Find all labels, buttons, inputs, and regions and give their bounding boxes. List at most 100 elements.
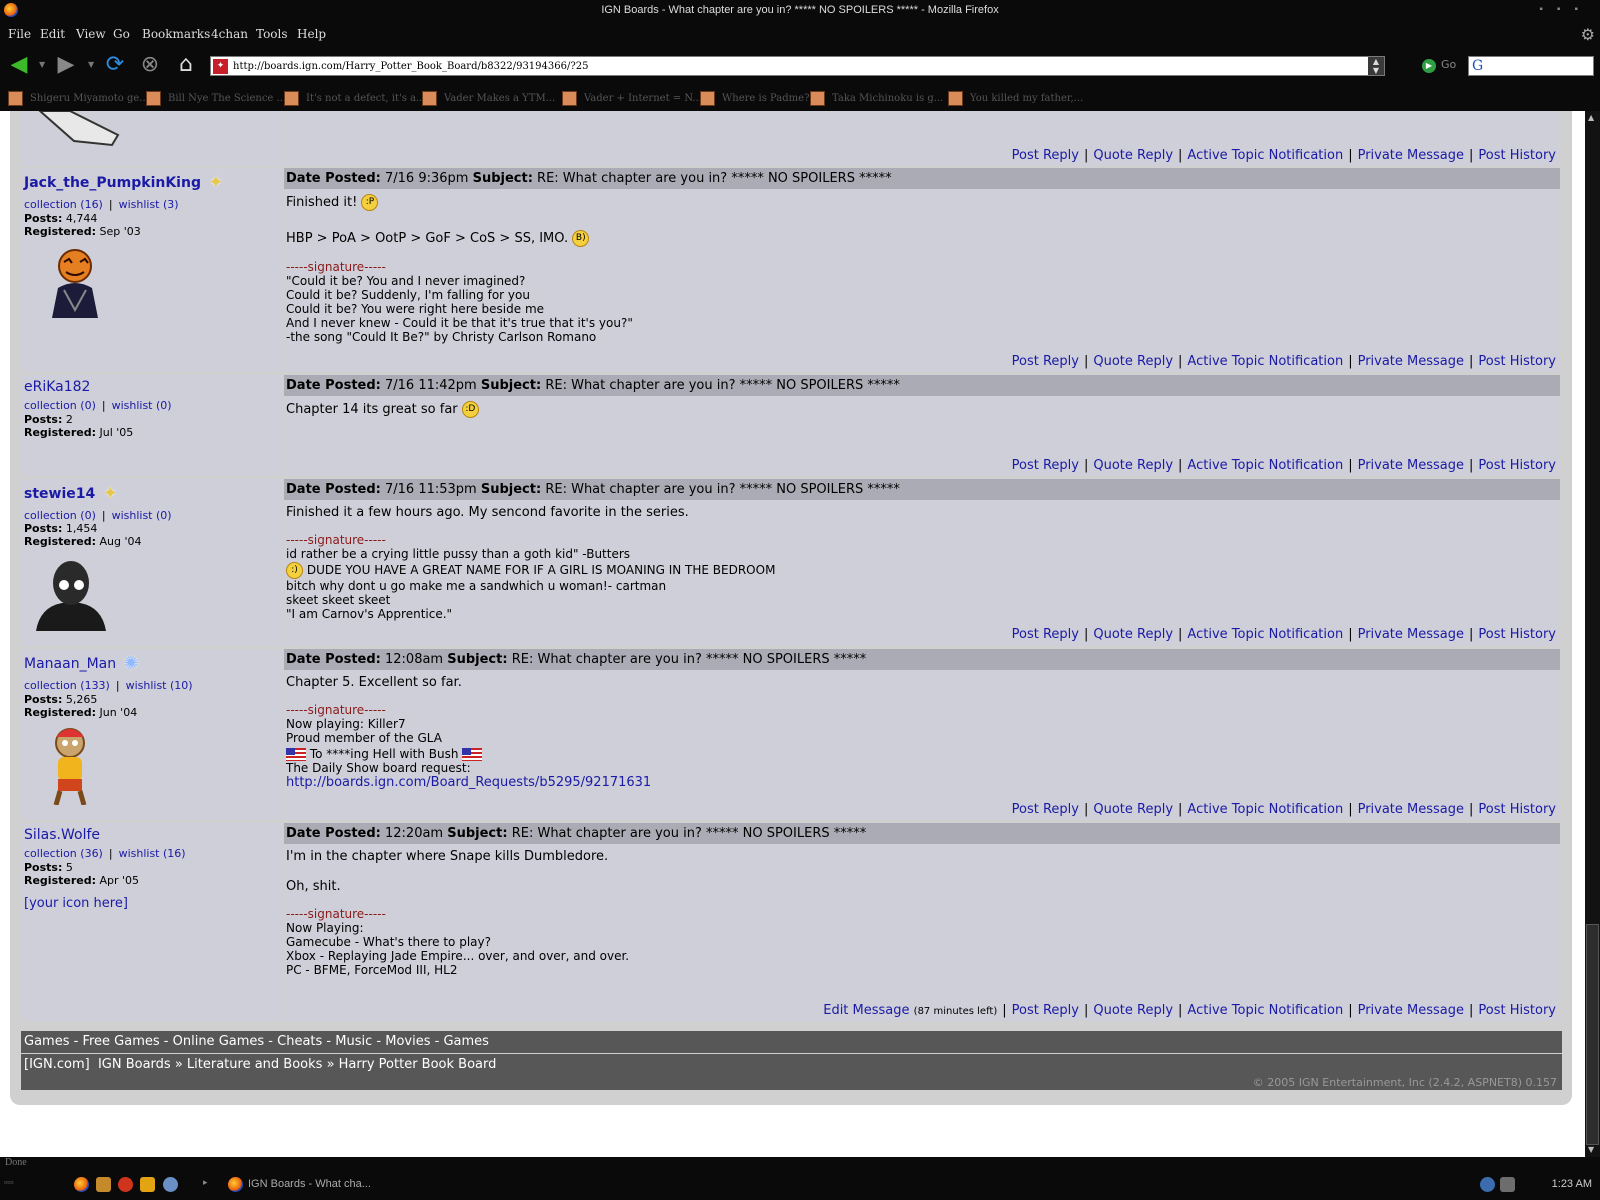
tray-icon[interactable]: [1480, 1177, 1495, 1192]
scroll-up-arrow-icon[interactable]: ▲: [1588, 113, 1594, 122]
window-controls[interactable]: ▪▪▪: [1539, 4, 1592, 15]
private-message-link[interactable]: Private Message: [1358, 354, 1464, 369]
username-link[interactable]: stewie14 ✦: [24, 483, 121, 505]
post-history-link[interactable]: Post History: [1478, 1003, 1556, 1018]
post-history-link[interactable]: Post History: [1478, 148, 1556, 163]
username-link[interactable]: Jack_the_PumpkinKing ✦: [24, 172, 227, 194]
quote-reply-link[interactable]: Quote Reply: [1093, 148, 1173, 163]
stop-icon[interactable]: ⊗: [137, 52, 163, 78]
taskbar-task-firefox[interactable]: IGN Boards - What cha...: [226, 1175, 371, 1195]
collection-link[interactable]: collection (0): [24, 509, 96, 522]
quote-reply-link[interactable]: Quote Reply: [1093, 802, 1173, 817]
bookmark-item[interactable]: Vader Makes a YTM...: [422, 91, 555, 106]
reload-icon[interactable]: ⟳: [102, 52, 128, 78]
breadcrumb-literature[interactable]: Literature and Books: [187, 1057, 323, 1072]
active-topic-notification-link[interactable]: Active Topic Notification: [1187, 354, 1343, 369]
post-reply-link[interactable]: Post Reply: [1012, 802, 1079, 817]
url-bar[interactable]: ✦ ▲▼: [210, 56, 1385, 76]
breadcrumb-ign[interactable]: [IGN.com]: [24, 1057, 90, 1072]
desktop-pager-icon[interactable]: ▫▫▫: [4, 1177, 14, 1187]
app-launcher-icon[interactable]: [96, 1177, 111, 1192]
daily-show-request-link[interactable]: http://boards.ign.com/Board_Requests/b52…: [286, 775, 651, 790]
footer-link-music[interactable]: Music: [335, 1034, 372, 1049]
menu-view[interactable]: View: [76, 27, 106, 41]
active-topic-notification-link[interactable]: Active Topic Notification: [1187, 627, 1343, 642]
username-link[interactable]: eRiKa182: [24, 379, 90, 395]
bookmark-item[interactable]: Shigeru Miyamoto ge...: [8, 91, 149, 106]
expand-arrow-icon[interactable]: ▸: [203, 1177, 208, 1188]
active-topic-notification-link[interactable]: Active Topic Notification: [1187, 148, 1343, 163]
active-topic-notification-link[interactable]: Active Topic Notification: [1187, 458, 1343, 473]
private-message-link[interactable]: Private Message: [1358, 458, 1464, 473]
search-box[interactable]: G: [1468, 56, 1594, 76]
wishlist-link[interactable]: wishlist (0): [112, 509, 172, 522]
your-icon-here-link[interactable]: [your icon here]: [24, 896, 128, 911]
quote-reply-link[interactable]: Quote Reply: [1093, 354, 1173, 369]
post-history-link[interactable]: Post History: [1478, 458, 1556, 473]
bookmark-item[interactable]: Where is Padme?: [700, 91, 809, 106]
menu-edit[interactable]: Edit: [40, 27, 65, 41]
forward-dropdown-icon[interactable]: ▼: [88, 60, 94, 69]
url-history-stepper[interactable]: ▲ ▼: [1368, 57, 1384, 75]
bookmark-item[interactable]: Bill Nye The Science ...: [146, 91, 286, 106]
breadcrumb-hp-board[interactable]: Harry Potter Book Board: [339, 1057, 497, 1072]
collection-link[interactable]: collection (0): [24, 399, 96, 412]
collection-link[interactable]: collection (16): [24, 198, 103, 211]
active-topic-notification-link[interactable]: Active Topic Notification: [1187, 802, 1343, 817]
menu-file[interactable]: File: [8, 27, 31, 41]
wishlist-link[interactable]: wishlist (16): [119, 847, 186, 860]
post-reply-link[interactable]: Post Reply: [1012, 354, 1079, 369]
active-topic-notification-link[interactable]: Active Topic Notification: [1187, 1003, 1343, 1018]
post-reply-link[interactable]: Post Reply: [1012, 1003, 1079, 1018]
username-link[interactable]: Silas.Wolfe: [24, 827, 100, 843]
vertical-scrollbar[interactable]: ▲ ▼: [1585, 111, 1600, 1157]
private-message-link[interactable]: Private Message: [1358, 148, 1464, 163]
username-link[interactable]: Manaan_Man ✺: [24, 653, 142, 675]
collection-link[interactable]: collection (133): [24, 679, 110, 692]
footer-link-free-games[interactable]: Free Games: [82, 1034, 159, 1049]
post-reply-link[interactable]: Post Reply: [1012, 148, 1079, 163]
menu-4chan[interactable]: 4chan: [211, 27, 248, 41]
footer-link-movies[interactable]: Movies: [385, 1034, 430, 1049]
scrollbar-thumb[interactable]: [1586, 924, 1599, 1145]
footer-link-games[interactable]: Games: [24, 1034, 69, 1049]
footer-link-games[interactable]: Games: [443, 1034, 488, 1049]
quote-reply-link[interactable]: Quote Reply: [1093, 627, 1173, 642]
scroll-down-arrow-icon[interactable]: ▼: [1588, 1145, 1594, 1154]
post-history-link[interactable]: Post History: [1478, 802, 1556, 817]
post-history-link[interactable]: Post History: [1478, 627, 1556, 642]
footer-link-online-games[interactable]: Online Games: [173, 1034, 265, 1049]
post-reply-link[interactable]: Post Reply: [1012, 627, 1079, 642]
home-icon[interactable]: ⌂: [173, 52, 199, 78]
app-launcher-icon[interactable]: [163, 1177, 178, 1192]
wishlist-link[interactable]: wishlist (3): [119, 198, 179, 211]
back-arrow-icon[interactable]: ◀: [6, 52, 32, 78]
quote-reply-link[interactable]: Quote Reply: [1093, 1003, 1173, 1018]
bookmark-item[interactable]: It's not a defect, it's a...: [284, 91, 426, 106]
tray-icon[interactable]: [1500, 1177, 1515, 1192]
firefox-launcher-icon[interactable]: [74, 1177, 89, 1192]
breadcrumb-ign-boards[interactable]: IGN Boards: [98, 1057, 171, 1072]
url-input[interactable]: [233, 58, 1353, 74]
back-dropdown-icon[interactable]: ▼: [39, 60, 45, 69]
quote-reply-link[interactable]: Quote Reply: [1093, 458, 1173, 473]
post-history-link[interactable]: Post History: [1478, 354, 1556, 369]
go-button[interactable]: ▶ Go: [1422, 58, 1456, 73]
menu-bookmarks[interactable]: Bookmarks: [142, 27, 210, 41]
collection-link[interactable]: collection (36): [24, 847, 103, 860]
post-reply-link[interactable]: Post Reply: [1012, 458, 1079, 473]
private-message-link[interactable]: Private Message: [1358, 802, 1464, 817]
wishlist-link[interactable]: wishlist (0): [112, 399, 172, 412]
google-search-icon[interactable]: G: [1472, 58, 1483, 74]
private-message-link[interactable]: Private Message: [1358, 627, 1464, 642]
bookmark-item[interactable]: You killed my father,...: [948, 91, 1083, 106]
menu-tools[interactable]: Tools: [256, 27, 288, 41]
footer-link-cheats[interactable]: Cheats: [277, 1034, 322, 1049]
forward-arrow-icon[interactable]: ▶: [53, 52, 79, 78]
app-launcher-icon[interactable]: [140, 1177, 155, 1192]
wishlist-link[interactable]: wishlist (10): [126, 679, 193, 692]
private-message-link[interactable]: Private Message: [1358, 1003, 1464, 1018]
menu-help[interactable]: Help: [297, 27, 326, 41]
bookmark-item[interactable]: Taka Michinoku is g...: [810, 91, 943, 106]
edit-message-link[interactable]: Edit Message: [823, 1003, 909, 1018]
